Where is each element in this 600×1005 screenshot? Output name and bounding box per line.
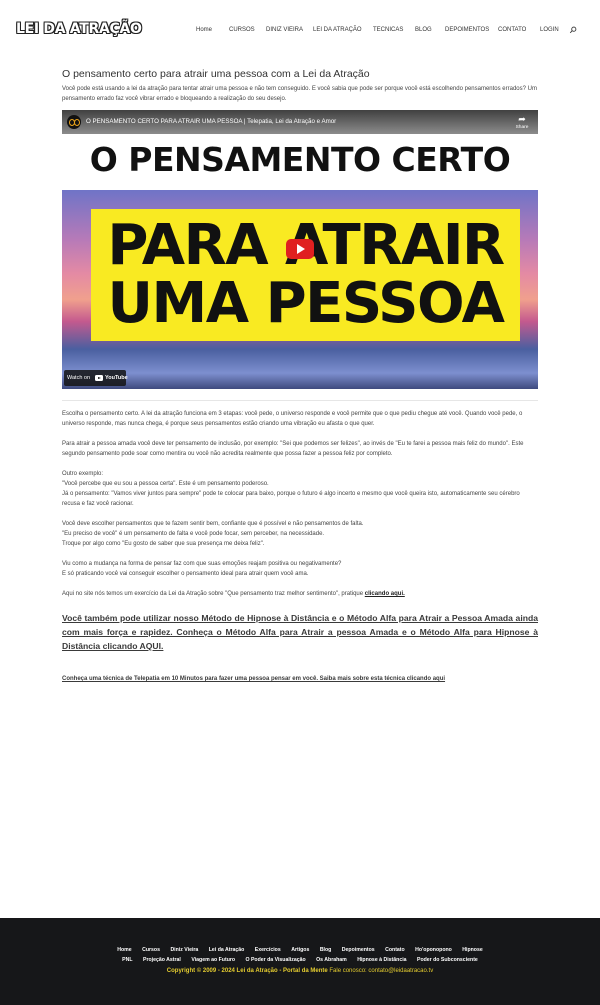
paragraph: Outro exemplo: — [62, 471, 104, 477]
main-nav: Home CURSOS DINIZ VIEIRA LEI DA ATRAÇÃO … — [0, 26, 600, 34]
footer-link-poder-da-visualizacao[interactable]: O Poder da Visualização — [246, 957, 306, 963]
search-icon[interactable] — [569, 26, 577, 34]
copyright-text: Copyright © 2009 - 2024 Lei da Atração -… — [166, 968, 328, 974]
video-title[interactable]: O PENSAMENTO CERTO PARA ATRAIR UMA PESSO… — [86, 118, 336, 125]
share-label: Share — [515, 125, 529, 130]
footer-row-1: Home Cursos Diniz Vieira Lei da Atração … — [0, 942, 600, 953]
site-footer: Home Cursos Diniz Vieira Lei da Atração … — [0, 918, 600, 1005]
footer-link-hipnose-a-distancia[interactable]: Hipnose à Distância — [357, 957, 406, 963]
paragraph: Viu como a mudança na forma de pensar fa… — [62, 561, 342, 567]
paragraph-text: Aqui no site nós temos um exercício da L… — [62, 591, 364, 597]
nav-tecnicas[interactable]: TECNICAS — [373, 26, 403, 34]
exercise-link[interactable]: clicando aqui. — [365, 591, 405, 597]
footer-nav: Home Cursos Diniz Vieira Lei da Atração … — [0, 942, 600, 963]
paragraph-with-link: Aqui no site nós temos um exercício da L… — [62, 589, 538, 599]
youtube-video-embed[interactable]: O PENSAMENTO CERTO PARA ATRAIR UMA PESSO… — [62, 110, 538, 389]
watch-on-youtube-button[interactable]: Watch on YouTube — [64, 370, 128, 386]
share-button[interactable]: ➦ Share — [513, 115, 531, 133]
thumbnail-headline: O PENSAMENTO CERTO — [89, 140, 511, 179]
paragraph: Troque por algo como "Eu gosto de saber … — [62, 541, 265, 547]
hypnosis-method-link[interactable]: Você também pode utilizar nosso Método d… — [62, 611, 538, 653]
footer-link-os-abraham[interactable]: Os Abraham — [316, 957, 347, 963]
nav-login[interactable]: LOGIN — [540, 26, 559, 34]
thumbnail-yellow-box: PARA ATRAIR UMA PESSOA — [91, 209, 520, 341]
footer-link-projecao-astral[interactable]: Projeção Astral — [143, 957, 181, 963]
youtube-logo-icon — [95, 375, 103, 381]
nav-contato[interactable]: CONTATO — [498, 26, 526, 34]
nav-home[interactable]: Home — [196, 26, 212, 34]
footer-link-viagem-ao-futuro[interactable]: Viagem ao Futuro — [191, 957, 235, 963]
nav-blog[interactable]: BLOG — [415, 26, 432, 34]
paragraph: Escolha o pensamento certo. A lei da atr… — [62, 411, 523, 427]
nav-depoimentos[interactable]: DEPOIMENTOS — [445, 26, 489, 34]
channel-avatar-icon[interactable] — [67, 115, 81, 129]
nav-cursos[interactable]: CURSOS — [229, 26, 255, 34]
youtube-wordmark: YouTube — [105, 375, 128, 381]
site-header: LEI DA ATRAÇÃO Home CURSOS DINIZ VIEIRA … — [0, 0, 600, 58]
post-content: O pensamento certo para atrair uma pesso… — [62, 68, 538, 684]
nav-diniz-vieira[interactable]: DINIZ VIEIRA — [266, 26, 303, 34]
telepathy-technique-link[interactable]: Conheça uma técnica de Telepatia em 10 M… — [62, 674, 538, 684]
paragraph: "Eu preciso de você" é um pensamento de … — [62, 531, 325, 537]
copyright: Copyright © 2009 - 2024 Lei da Atração -… — [0, 967, 600, 975]
contact-email-link[interactable]: Fale conosco: contato@leidaatracao.tv — [329, 968, 433, 974]
post-title: O pensamento certo para atrair uma pesso… — [62, 68, 370, 80]
paragraph: Para atrair a pessoa amada você deve ter… — [62, 441, 524, 457]
play-icon[interactable] — [286, 239, 314, 259]
content-divider — [62, 400, 538, 401]
watch-on-label: Watch on — [67, 375, 91, 381]
nav-lei-da-atracao[interactable]: LEI DA ATRAÇÃO — [313, 26, 362, 34]
footer-link-poder-do-subconsciente[interactable]: Poder do Subconsciente — [417, 957, 478, 963]
paragraph: Já o pensamento: "Vamos viver juntos par… — [62, 491, 520, 507]
paragraph: Você deve escolher pensamentos que te fa… — [62, 521, 364, 527]
footer-link-pnl[interactable]: PNL — [122, 957, 132, 963]
thumbnail-line-3: UMA PESSOA — [107, 271, 505, 336]
paragraph: E só praticando você vai conseguir escol… — [62, 571, 309, 577]
post-intro: Você pode está usando a lei da atração p… — [62, 86, 537, 102]
footer-row-2: PNL Projeção Astral Viagem ao Futuro O P… — [0, 952, 600, 963]
paragraph: "Você percebe que eu sou a pessoa certa"… — [62, 481, 269, 487]
post-body: Escolha o pensamento certo. A lei da atr… — [62, 409, 538, 599]
share-icon: ➦ — [518, 114, 526, 124]
